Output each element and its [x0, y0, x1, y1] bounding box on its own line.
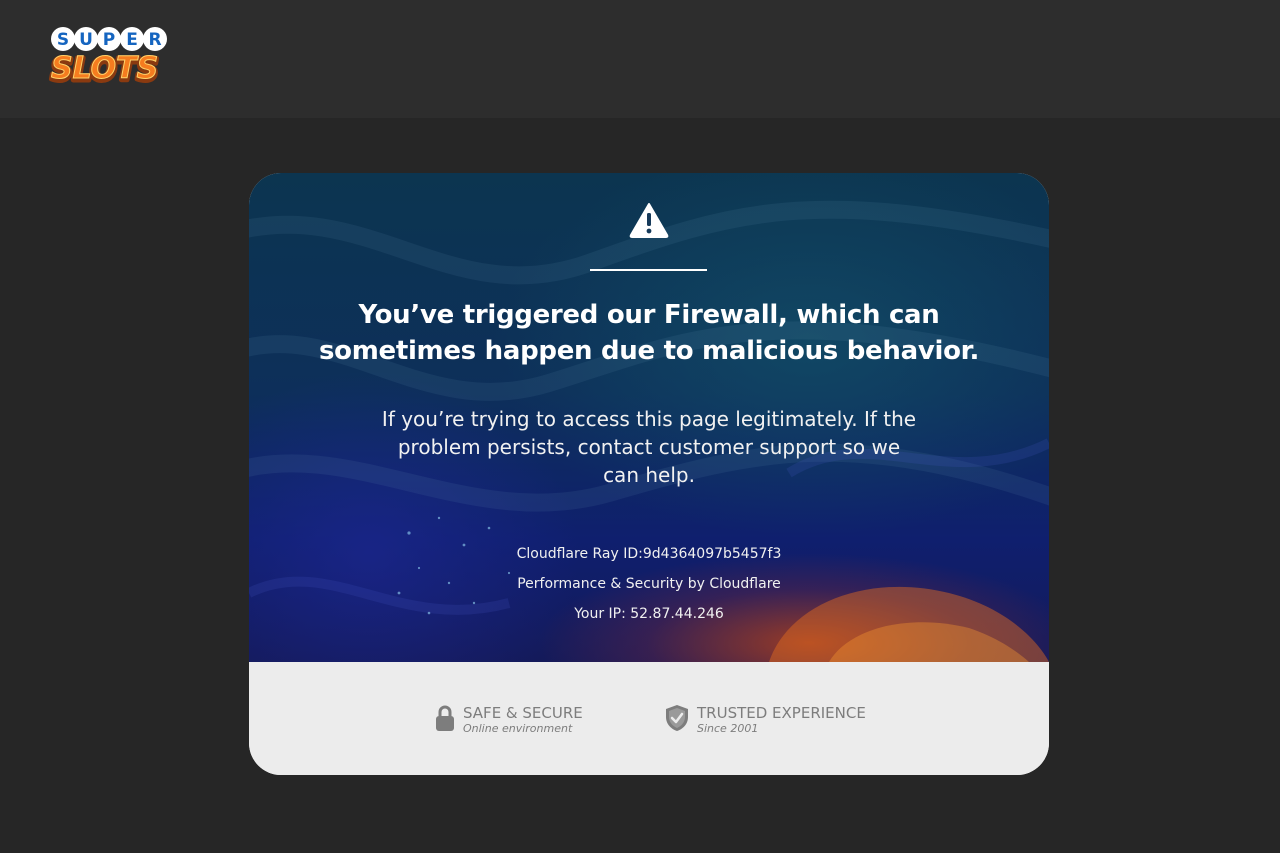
svg-text:E: E — [126, 30, 138, 50]
help-message: If you’re trying to access this page leg… — [381, 407, 917, 487]
ip-address: Your IP: 52.87.44.246 — [574, 606, 724, 622]
hero-panel: You’ve triggered our Firewall, which can… — [249, 173, 1049, 662]
page-title: You’ve triggered our Firewall, which can… — [318, 300, 980, 366]
trust-footer: SAFE & SECURE Online environment TRUSTED… — [249, 662, 1049, 775]
shield-check-icon — [666, 705, 688, 731]
cloudflare-credit: Performance & Security by Cloudflare — [517, 576, 781, 592]
padlock-icon — [436, 705, 454, 731]
badge-title: TRUSTED EXPERIENCE — [697, 704, 866, 722]
svg-text:S: S — [57, 30, 69, 50]
firewall-card: You’ve triggered our Firewall, which can… — [249, 173, 1049, 775]
svg-text:R: R — [148, 30, 161, 50]
badge-title: SAFE & SECURE — [463, 704, 583, 722]
warning-triangle-icon — [629, 203, 669, 238]
super-slots-logo[interactable]: S U P E R SLOTS SLOTS — [48, 26, 172, 84]
badge-subtitle: Since 2001 — [697, 722, 759, 735]
svg-text:SLOTS: SLOTS — [51, 51, 158, 84]
top-bar: S U P E R SLOTS SLOTS — [0, 0, 1280, 118]
svg-text:U: U — [79, 30, 93, 50]
badge-subtitle: Online environment — [463, 722, 573, 735]
title-divider — [590, 269, 707, 271]
svg-text:P: P — [103, 30, 115, 50]
ray-id: Cloudflare Ray ID:9d4364097b5457f3 — [516, 546, 782, 562]
